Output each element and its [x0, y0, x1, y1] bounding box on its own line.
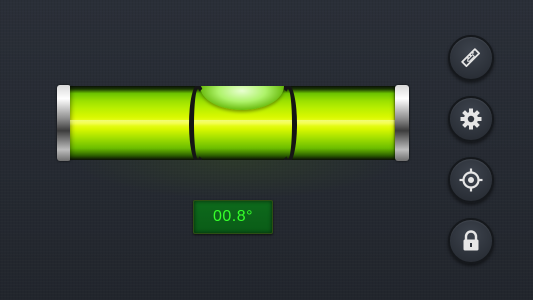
ruler-pencil-icon [459, 46, 483, 70]
center-marker-right [279, 86, 297, 160]
locate-button[interactable] [448, 157, 494, 203]
calibrate-button[interactable] [448, 35, 494, 81]
vial-right-cap [395, 85, 409, 161]
center-marker-left [189, 86, 207, 160]
vial-shine [70, 120, 396, 127]
lock-button[interactable] [448, 218, 494, 264]
lock-icon [460, 229, 482, 253]
crosshair-icon [458, 167, 484, 193]
level-bubble [200, 86, 284, 110]
angle-readout: 00.8° [193, 200, 273, 234]
vial-tube [70, 86, 396, 160]
settings-button[interactable] [448, 96, 494, 142]
vial-reflection [70, 160, 400, 200]
bubble-level-vial [57, 82, 409, 164]
vial-left-cap [57, 85, 71, 161]
gear-icon [459, 107, 483, 131]
